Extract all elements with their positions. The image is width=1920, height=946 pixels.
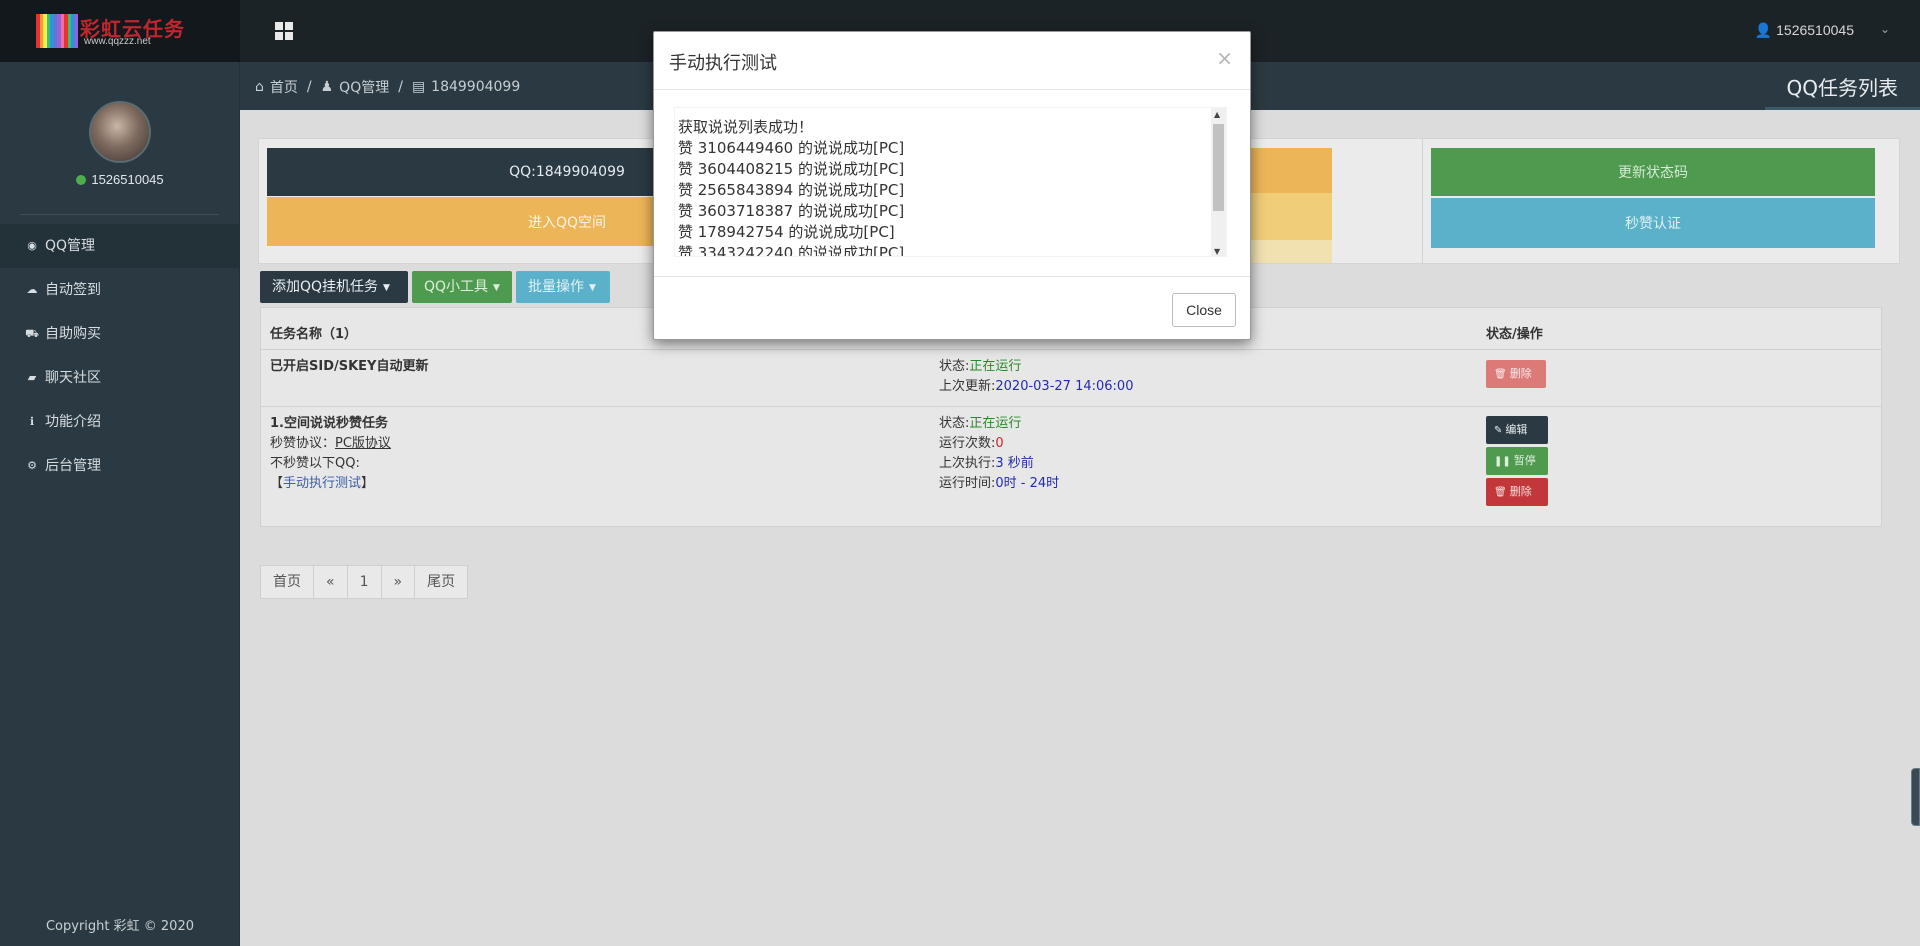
modal-title: 手动执行测试 — [669, 53, 777, 74]
scroll-thumb[interactable] — [1213, 124, 1224, 211]
scroll-down-icon[interactable]: ▼ — [1214, 247, 1220, 256]
log-line: 获取说说列表成功！ — [678, 118, 814, 136]
modal-header: 手动执行测试 × — [654, 32, 1250, 90]
log-line: 赞 3603718387 的说说成功[PC] — [678, 202, 905, 220]
log-scrollbar[interactable]: ▲ ▼ — [1211, 108, 1226, 256]
modal-footer: Close — [654, 276, 1250, 340]
close-button[interactable]: Close — [1172, 293, 1236, 327]
log-line: 赞 3343242240 的说说成功[PC] — [678, 244, 905, 257]
log-line: 赞 2565843894 的说说成功[PC] — [678, 181, 905, 199]
execution-log: 获取说说列表成功！ 赞 3106449460 的说说成功[PC] 赞 3604408… — [678, 117, 905, 257]
log-line: 赞 3106449460 的说说成功[PC] — [678, 139, 905, 157]
modal-log-frame[interactable]: 获取说说列表成功！ 赞 3106449460 的说说成功[PC] 赞 3604408… — [674, 107, 1227, 257]
manual-test-modal: 手动执行测试 × 获取说说列表成功！ 赞 3106449460 的说说成功[PC]… — [653, 31, 1251, 340]
close-icon[interactable]: × — [1216, 46, 1233, 70]
log-line: 赞 3604408215 的说说成功[PC] — [678, 160, 905, 178]
scroll-up-icon[interactable]: ▲ — [1214, 110, 1220, 119]
log-line: 赞 178942754 的说说成功[PC] — [678, 223, 895, 241]
